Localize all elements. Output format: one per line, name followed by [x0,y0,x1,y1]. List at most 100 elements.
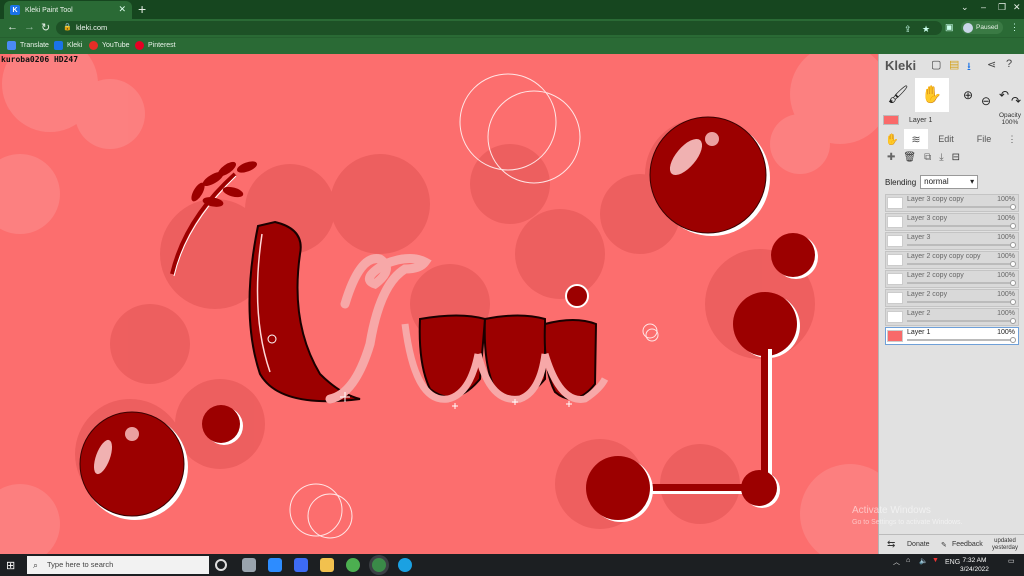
layer-item-selected[interactable]: Layer 1 100% [885,327,1019,345]
duplicate-layer-icon[interactable]: ⧉ [924,152,931,163]
file-explorer-icon[interactable] [320,558,334,572]
opacity-slider-handle[interactable] [1010,280,1016,286]
bookmark-pinterest[interactable]: Pinterest [135,41,176,50]
reload-button[interactable]: ↻ [41,21,50,34]
app-icon[interactable] [242,558,256,572]
zalo-icon[interactable] [294,558,308,572]
close-tab-icon[interactable]: ✕ [118,4,126,15]
bookmark-kleki[interactable]: Kleki [54,41,82,50]
new-tab-button[interactable]: + [138,1,146,17]
layer-item[interactable]: Layer 3 copy copy 100% [885,194,1019,212]
opacity-slider-handle[interactable] [1010,223,1016,229]
layer-thumbnail [887,292,903,304]
new-image-icon[interactable]: ▢ [931,58,941,71]
tab-file[interactable]: File [969,129,999,149]
blending-select[interactable]: normal [920,175,979,189]
chevron-down-icon[interactable]: ⌄ [961,2,969,13]
url-text: kleki.com [76,23,108,32]
language-indicator[interactable]: ENG [945,559,960,566]
layer-item[interactable]: Layer 2 copy copy 100% [885,270,1019,288]
notification-icon[interactable]: ▭ [1008,557,1015,565]
layer-item[interactable]: Layer 2 copy copy copy 100% [885,251,1019,269]
merge-layer-icon[interactable]: ⤓ [939,152,943,163]
activate-windows-watermark: Activate Windows Go to Settings to activ… [852,505,963,526]
swap-icon[interactable]: ⇆ [887,539,895,550]
feedback-link[interactable]: Feedback [952,541,983,548]
opacity-slider[interactable] [907,225,1014,227]
layer-item[interactable]: Layer 3 copy 100% [885,213,1019,231]
kleki-side-panel: Kleki ▢ ▤ ⭳ ⋖ ? 🖌 ✋ ⊕ ⊖ ↶ ↷ Layer 1 Opac… [878,54,1024,554]
cortana-icon[interactable] [215,559,227,571]
avatar [963,22,973,33]
layer-thumbnail [887,311,903,323]
save-icon[interactable]: ▤ [949,58,959,71]
opacity-slider[interactable] [907,206,1014,208]
browser-tab[interactable]: K Kleki Paint Tool ✕ [4,1,132,19]
side-panel-icon[interactable]: ▣ [945,22,954,33]
chrome-icon[interactable] [346,558,360,572]
zoom-icon[interactable] [268,558,282,572]
layer-thumbnail [887,254,903,266]
layer-tools: ✚ 🗑 ⧉ ⤓ ⊟ [887,152,960,163]
layer-item[interactable]: Layer 2 copy 100% [885,289,1019,307]
bookmark-star-icon[interactable]: ★ [922,22,930,36]
share-icon[interactable]: ⋖ [987,58,996,71]
kebab-menu-icon[interactable]: ⋮ [1010,22,1019,33]
updated-note[interactable]: updated yesterday [992,538,1018,552]
search-icon: ⌕ [33,560,39,570]
close-window-button[interactable]: ✕ [1013,2,1021,13]
share-icon[interactable]: ⇪ [904,22,912,36]
taskbar-clock[interactable]: 7:32 AM 3/24/2022 [960,556,989,574]
drawing-canvas[interactable]: kuroba0206 HD247 [0,54,878,554]
forward-button[interactable]: → [24,21,35,33]
bookmark-translate[interactable]: Translate [7,41,49,50]
minimize-button[interactable]: – [981,2,986,12]
maximize-button[interactable]: ❐ [998,2,1006,13]
opacity-slider-handle[interactable] [1010,318,1016,324]
download-icon[interactable]: ⭳ [967,58,971,77]
layer-item[interactable]: Layer 2 100% [885,308,1019,326]
opacity-slider-handle[interactable] [1010,204,1016,210]
chrome-active-icon[interactable] [372,558,386,572]
url-input[interactable]: 🔒 kleki.com ⇪ ★ [56,21,942,35]
opacity-slider[interactable] [907,282,1014,284]
hand-tool-icon[interactable]: ✋ [915,78,949,112]
back-button[interactable]: ← [7,21,18,33]
opacity-slider[interactable] [907,263,1014,265]
opacity-slider-handle[interactable] [1010,337,1016,343]
taskbar-search-input[interactable]: ⌕ Type here to search [27,556,209,574]
layer-thumbnail [887,216,903,228]
add-layer-icon[interactable]: ✚ [887,152,895,163]
brush-tool-icon[interactable]: 🖌 [881,78,915,112]
opacity-slider[interactable] [907,301,1014,303]
opacity-slider-handle[interactable] [1010,242,1016,248]
windows-start-icon[interactable]: ⊞ [6,559,15,572]
tab-edit[interactable]: Edit [931,129,961,149]
lock-icon: 🔒 [63,24,72,31]
help-icon[interactable]: ? [1006,58,1012,70]
opacity-slider-handle[interactable] [1010,299,1016,305]
tray-chevron-icon[interactable]: ︿ [893,557,900,567]
edge-icon[interactable] [398,558,412,572]
layer-list: Layer 3 copy copy 100% Layer 3 copy 100% L… [885,194,1019,346]
volume-icon[interactable]: 🔈 [919,557,928,565]
network-icon[interactable]: ⌂ [906,557,910,564]
opacity-slider[interactable] [907,244,1014,246]
delete-layer-icon[interactable]: 🗑 [903,152,916,163]
windows-taskbar: ⊞ ⌕ Type here to search ︿ ⌂ 🔈 ▼ ENG 7:32… [0,554,1024,576]
antivirus-icon[interactable]: ▼ [932,557,939,564]
opacity-slider-handle[interactable] [1010,261,1016,267]
hand-tab-icon[interactable]: ✋ [881,129,903,149]
current-layer-bar: Layer 1 Opacity 100% [879,112,1024,128]
current-layer-name: Layer 1 [909,116,933,124]
kleki-favicon-icon: K [10,5,20,15]
donate-link[interactable]: Donate [907,541,930,548]
layer-item[interactable]: Layer 3 100% [885,232,1019,250]
opacity-slider[interactable] [907,320,1014,322]
profile-button[interactable]: Paused [961,21,1003,34]
rename-layer-icon[interactable]: ⊟ [952,152,960,163]
opacity-slider[interactable] [907,339,1014,341]
bookmark-youtube[interactable]: YouTube [89,41,130,50]
layers-tab-icon[interactable]: ≋ [904,129,928,149]
more-options-icon[interactable]: ⋮ [1004,129,1020,149]
